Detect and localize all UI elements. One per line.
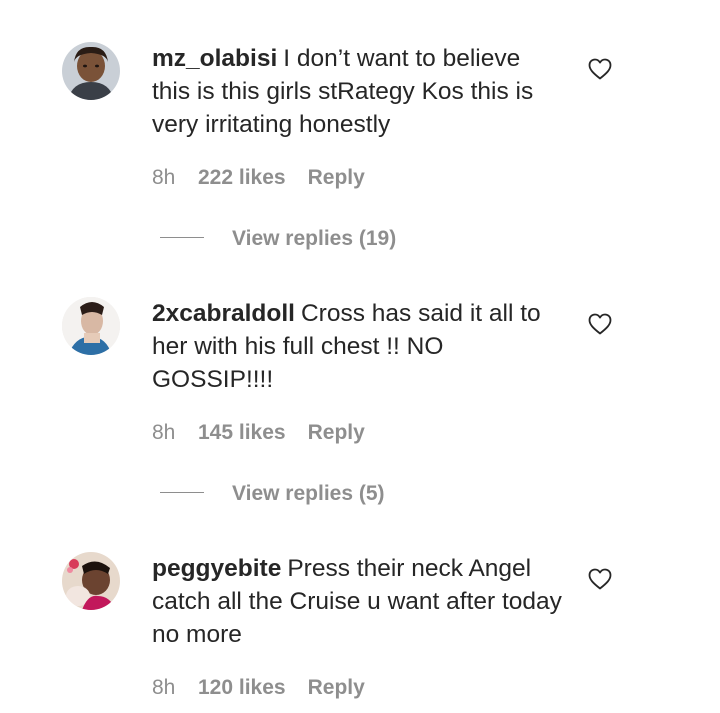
comment-time: 8h [152,166,176,189]
comment-text: mz_olabisi I don’t want to believe this i… [152,42,562,141]
comment-meta: 8h 222 likes Reply [152,166,365,190]
like-button[interactable] [588,313,612,335]
likes-count[interactable]: 145 likes [198,421,286,445]
divider [160,491,204,493]
heart-outline-icon [588,313,612,335]
comment-meta: 8h 120 likes Reply [152,676,365,700]
view-replies-button[interactable]: View replies (5) [160,482,385,506]
reply-button[interactable]: Reply [308,166,365,190]
profile-photo-icon [62,552,120,610]
comment-username[interactable]: peggyebite [152,555,281,582]
comment-time: 8h [152,421,176,444]
comment-text: peggyebite Press their neck Angel catch a… [152,552,562,651]
reply-button[interactable]: Reply [308,421,365,445]
divider [160,236,204,238]
comment-text: 2xcabraldoll Cross has said it all to her… [152,297,562,396]
likes-count[interactable]: 120 likes [198,676,286,700]
view-replies-button[interactable]: View replies (19) [160,227,396,251]
comment-time: 8h [152,676,176,699]
likes-count[interactable]: 222 likes [198,166,286,190]
profile-photo-icon [62,42,120,100]
profile-photo-icon [62,297,120,355]
avatar[interactable] [62,552,120,610]
comment-username[interactable]: 2xcabraldoll [152,300,295,327]
comment-meta: 8h 145 likes Reply [152,421,365,445]
heart-outline-icon [588,58,612,80]
avatar[interactable] [62,42,120,100]
like-button[interactable] [588,568,612,590]
view-replies-label: View replies (5) [232,482,385,505]
like-button[interactable] [588,58,612,80]
comment-username[interactable]: mz_olabisi [152,45,277,72]
reply-button[interactable]: Reply [308,676,365,700]
avatar[interactable] [62,297,120,355]
view-replies-label: View replies (19) [232,227,397,250]
heart-outline-icon [588,568,612,590]
